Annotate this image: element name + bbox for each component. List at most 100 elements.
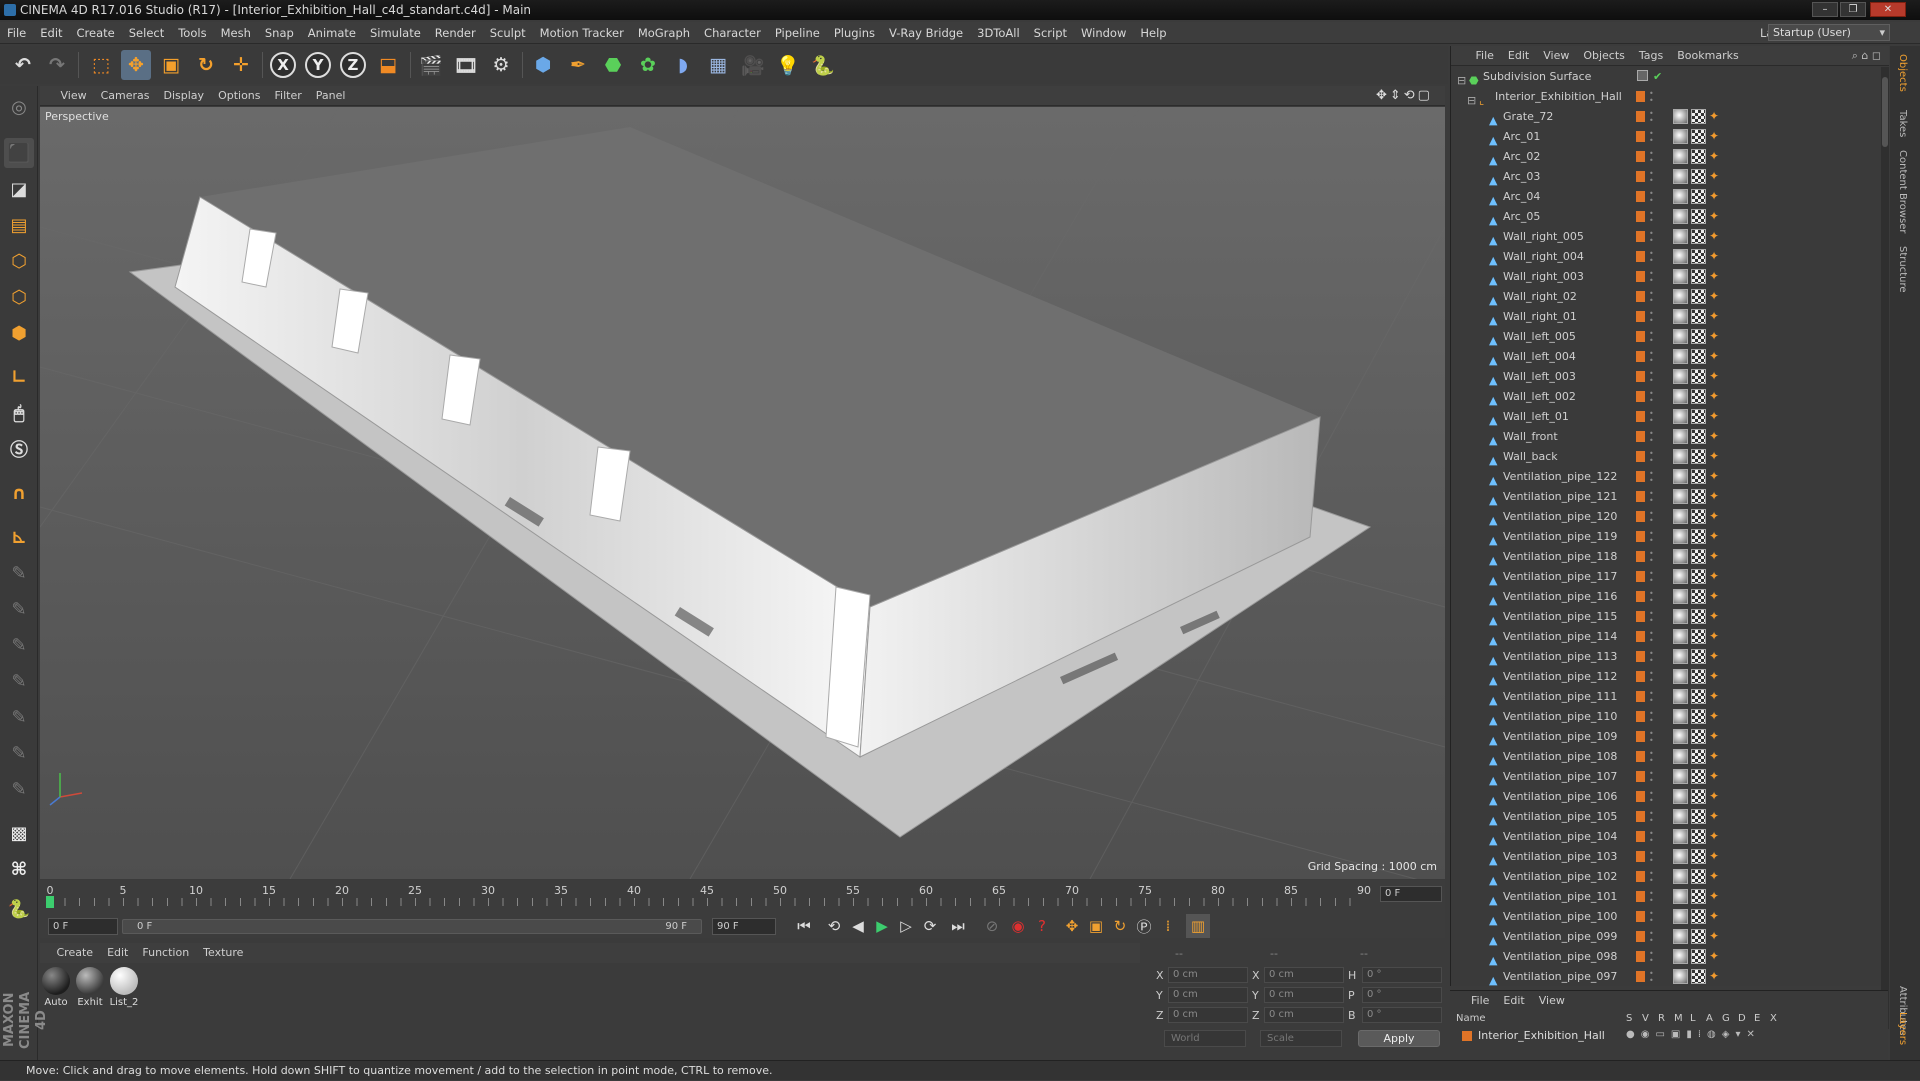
next-key-icon[interactable]: ⟳ — [918, 914, 942, 938]
3d-viewport[interactable]: Perspective Grid Spacing : 1000 cm — [40, 107, 1445, 879]
menu-character[interactable]: Character — [697, 22, 768, 44]
current-frame-field[interactable]: 0 F — [1380, 886, 1442, 902]
texture-tag-icon[interactable] — [1691, 469, 1706, 484]
phong-tag-icon[interactable]: ✦ — [1709, 469, 1721, 484]
layer-color-tag[interactable] — [1636, 591, 1645, 602]
python-icon[interactable]: 🐍 — [808, 50, 838, 80]
phong-tag-icon[interactable]: ✦ — [1709, 249, 1721, 264]
material-tag-icon[interactable] — [1673, 309, 1688, 324]
layer-color-tag[interactable] — [1636, 791, 1645, 802]
phong-tag-icon[interactable]: ✦ — [1709, 429, 1721, 444]
layer-color-tag[interactable] — [1636, 531, 1645, 542]
layer-color-tag[interactable] — [1636, 251, 1645, 262]
object-row[interactable]: ▲ Ventilation_pipe_112 • • ✦ — [1451, 667, 1879, 687]
menu-3dtoall[interactable]: 3DToAll — [970, 22, 1027, 44]
object-row[interactable]: ▲ Ventilation_pipe_122 • • ✦ — [1451, 467, 1879, 487]
texture-tag-icon[interactable] — [1691, 309, 1706, 324]
layer-col-render[interactable]: R — [1658, 1013, 1665, 1024]
layer-color-tag[interactable] — [1636, 271, 1645, 282]
object-row[interactable]: ▲ Ventilation_pipe_117 • • ✦ — [1451, 567, 1879, 587]
object-row[interactable]: ▲ Wall_right_02 • • ✦ — [1451, 287, 1879, 307]
object-row[interactable]: ▲ Arc_01 • • ✦ — [1451, 127, 1879, 147]
texture-tag-icon[interactable] — [1691, 949, 1706, 964]
phong-tag-icon[interactable]: ✦ — [1709, 389, 1721, 404]
object-row[interactable]: ▲ Ventilation_pipe_097 • • ✦ — [1451, 967, 1879, 987]
recent-tool-icon[interactable]: ✛ — [226, 50, 256, 80]
phong-tag-icon[interactable]: ✦ — [1709, 109, 1721, 124]
layer-col-animation[interactable]: A — [1706, 1013, 1713, 1024]
previous-key-icon[interactable]: ⟲ — [822, 914, 846, 938]
visibility-dots[interactable]: • • — [1649, 690, 1654, 705]
object-row[interactable]: ▲ Wall_left_003 • • ✦ — [1451, 367, 1879, 387]
texture-tag-icon[interactable] — [1691, 869, 1706, 884]
model-mode-icon[interactable]: ⬛ — [4, 138, 34, 168]
tab-content-browser[interactable]: Content Browser — [1897, 150, 1908, 233]
layer-color-tag[interactable] — [1636, 91, 1645, 102]
object-row[interactable]: ▲ Ventilation_pipe_102 • • ✦ — [1451, 867, 1879, 887]
material-tag-icon[interactable] — [1673, 569, 1688, 584]
layer-color-tag[interactable] — [1636, 951, 1645, 962]
layer-color-tag[interactable] — [1636, 351, 1645, 362]
layer-color-tag[interactable] — [1636, 511, 1645, 522]
material-swatch[interactable]: List_2 — [108, 967, 140, 1008]
layer-col-manager[interactable]: M — [1674, 1013, 1683, 1024]
visibility-dots[interactable]: • • — [1649, 190, 1654, 205]
phong-tag-icon[interactable]: ✦ — [1709, 449, 1721, 464]
search-icon[interactable]: ⌕ ⌂ ◻ — [1852, 46, 1881, 66]
undo-icon[interactable]: ↶ — [8, 50, 38, 80]
object-row[interactable]: ▲ Arc_02 • • ✦ — [1451, 147, 1879, 167]
layer-color-tag[interactable] — [1636, 611, 1645, 622]
material-tag-icon[interactable] — [1673, 729, 1688, 744]
phong-tag-icon[interactable]: ✦ — [1709, 729, 1721, 744]
brush-tool-2-icon[interactable]: ✎ — [4, 594, 34, 624]
material-tag-icon[interactable] — [1673, 129, 1688, 144]
material-tag-icon[interactable] — [1673, 169, 1688, 184]
maximize-button[interactable]: ❐ — [1840, 2, 1866, 17]
visibility-dots[interactable]: • • — [1649, 150, 1654, 165]
max-frame-field[interactable]: 90 F — [712, 918, 776, 935]
objects-menu-bookmarks[interactable]: Bookmarks — [1670, 46, 1745, 66]
viewport-menu-view[interactable]: View — [54, 86, 94, 106]
layer-color-tag[interactable] — [1636, 771, 1645, 782]
layer-col-deformers[interactable]: D — [1738, 1013, 1746, 1024]
texture-tag-icon[interactable] — [1691, 349, 1706, 364]
phong-tag-icon[interactable]: ✦ — [1709, 129, 1721, 144]
object-row[interactable]: ▲ Ventilation_pipe_107 • • ✦ — [1451, 767, 1879, 787]
material-tag-icon[interactable] — [1673, 929, 1688, 944]
phong-tag-icon[interactable]: ✦ — [1709, 509, 1721, 524]
phong-tag-icon[interactable]: ✦ — [1709, 569, 1721, 584]
phong-tag-icon[interactable]: ✦ — [1709, 769, 1721, 784]
viewport-solo-icon[interactable]: ▩ — [4, 818, 34, 848]
menu-create[interactable]: Create — [70, 22, 122, 44]
menu-pipeline[interactable]: Pipeline — [768, 22, 827, 44]
visibility-dots[interactable]: • • — [1649, 530, 1654, 545]
object-row[interactable]: ▲ Ventilation_pipe_101 • • ✦ — [1451, 887, 1879, 907]
texture-tag-icon[interactable] — [1691, 789, 1706, 804]
visibility-dots[interactable]: • • — [1649, 830, 1654, 845]
play-icon[interactable]: ▶ — [870, 914, 894, 938]
visibility-dots[interactable]: • • — [1649, 250, 1654, 265]
object-row[interactable]: ▲ Ventilation_pipe_100 • • ✦ — [1451, 907, 1879, 927]
viewport-menu-display[interactable]: Display — [157, 86, 212, 106]
layer-color-tag[interactable] — [1636, 471, 1645, 482]
texture-tag-icon[interactable] — [1691, 809, 1706, 824]
texture-tag-icon[interactable] — [1691, 329, 1706, 344]
soft-selection-icon[interactable]: ⌘ — [4, 854, 34, 884]
menu-mesh[interactable]: Mesh — [214, 22, 258, 44]
phong-tag-icon[interactable]: ✦ — [1709, 309, 1721, 324]
layer-color-tag[interactable] — [1636, 411, 1645, 422]
object-row[interactable]: ▲ Ventilation_pipe_116 • • ✦ — [1451, 587, 1879, 607]
locked-workplane-icon[interactable]: ⊾ — [4, 522, 34, 552]
layer-color-tag[interactable] — [1636, 671, 1645, 682]
material-tag-icon[interactable] — [1673, 389, 1688, 404]
visibility-dots[interactable]: • • — [1649, 950, 1654, 965]
range-slider[interactable]: 0 F 90 F — [122, 919, 702, 934]
material-tag-icon[interactable] — [1673, 429, 1688, 444]
frame-ruler[interactable]: 0 5 10 15 20 25 30 35 40 45 50 55 60 65 … — [46, 884, 1380, 908]
visibility-dots[interactable]: • • — [1649, 590, 1654, 605]
material-tag-icon[interactable] — [1673, 249, 1688, 264]
material-tag-icon[interactable] — [1673, 829, 1688, 844]
layer-tag-icon[interactable] — [1637, 70, 1648, 81]
viewport-menu-cameras[interactable]: Cameras — [94, 86, 157, 106]
menu-animate[interactable]: Animate — [301, 22, 363, 44]
